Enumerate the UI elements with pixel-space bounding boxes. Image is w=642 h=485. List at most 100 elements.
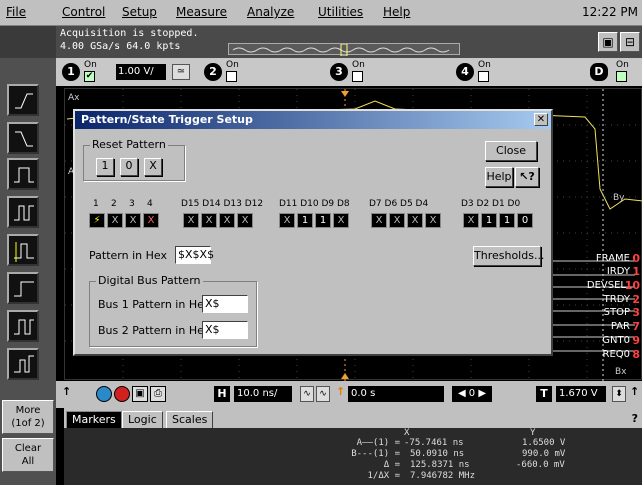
delay-stepper[interactable]: ◀ 0 ▶ xyxy=(452,386,492,402)
marker-delta-y: -660.0 mV xyxy=(516,460,565,470)
tab-scales[interactable]: Scales xyxy=(166,411,214,428)
analog-3-label: 3 xyxy=(129,199,135,209)
channel-2-on-checkbox[interactable] xyxy=(226,71,237,82)
waveform-overview[interactable] xyxy=(228,43,460,56)
trigger-up-icon[interactable]: ↑ xyxy=(62,385,71,398)
digital-bit-d11[interactable]: X xyxy=(279,213,295,228)
menu-utilities[interactable]: Utilities xyxy=(318,5,363,19)
menu-bar: File Control Setup Measure Analyze Utili… xyxy=(0,0,642,26)
marker-delta-x: 125.8371 ns xyxy=(410,460,470,470)
state-trigger-button[interactable] xyxy=(7,234,39,266)
clear-label: Clear All xyxy=(14,443,42,467)
markers-x-header: X xyxy=(404,428,410,438)
marker-b-x: 50.0910 ns xyxy=(410,449,465,459)
display-toggle-button[interactable]: ▣ xyxy=(598,32,618,52)
glitch-trigger-button[interactable] xyxy=(7,122,39,154)
pattern-hex-label: Pattern in Hex xyxy=(89,249,167,262)
trigger-level-spinner[interactable]: ⬍ xyxy=(612,386,626,402)
channel-4-on-checkbox[interactable] xyxy=(478,71,489,82)
clear-all-button[interactable]: Clear All xyxy=(2,438,54,472)
pulse-width-trigger-button[interactable] xyxy=(7,158,39,190)
marker-ax-label: Ax xyxy=(68,93,80,103)
channel-1-scale-field[interactable]: 1.00 V/ xyxy=(116,64,166,80)
close-button[interactable]: Close xyxy=(485,141,537,161)
bus2-input[interactable]: X$ xyxy=(202,321,248,339)
context-help-icon[interactable]: ↖? xyxy=(515,167,539,187)
channel-2-button[interactable]: 2 xyxy=(204,63,222,81)
help-icon[interactable]: ? xyxy=(632,412,638,425)
digital-bit-d6[interactable]: X xyxy=(389,213,405,228)
analog-bit-3[interactable]: X xyxy=(125,213,141,228)
slope-rising-icon[interactable]: ↑ xyxy=(630,385,639,398)
channel-1-on-checkbox[interactable]: ✔ xyxy=(84,71,95,82)
zoom-in-icon[interactable]: ∿ xyxy=(300,386,314,402)
reset-x-button[interactable]: X xyxy=(144,158,162,176)
channel-1-button[interactable]: 1 xyxy=(62,63,80,81)
stop-icon[interactable] xyxy=(114,386,130,402)
timeout-trigger-button[interactable] xyxy=(7,310,39,342)
menu-file[interactable]: File xyxy=(6,5,26,19)
channel-3-button[interactable]: 3 xyxy=(330,63,348,81)
analog-bit-1[interactable]: ⚡ xyxy=(89,213,105,228)
sequence-trigger-button[interactable] xyxy=(7,348,39,380)
digital-bit-d14[interactable]: X xyxy=(201,213,217,228)
digital-bit-d9[interactable]: 1 xyxy=(315,213,331,228)
digital-bit-d7[interactable]: X xyxy=(371,213,387,228)
single-icon[interactable]: ▣ xyxy=(132,386,148,402)
menu-control[interactable]: Control xyxy=(62,5,105,19)
digital-bit-d15[interactable]: X xyxy=(183,213,199,228)
help-button[interactable]: Help xyxy=(485,167,513,187)
reset-1-button[interactable]: 1 xyxy=(96,158,114,176)
trigger-label: T xyxy=(536,386,552,402)
edge-trigger-button[interactable] xyxy=(7,84,39,116)
reset-0-button[interactable]: 0 xyxy=(120,158,138,176)
zoom-out-icon[interactable]: ∿ xyxy=(316,386,330,402)
bus1-input[interactable]: X$ xyxy=(202,295,248,313)
pattern-trigger-icon xyxy=(14,205,34,221)
print-icon[interactable]: ⎙ xyxy=(150,386,166,402)
digital-bit-d0[interactable]: 0 xyxy=(517,213,533,228)
close-icon[interactable]: ✕ xyxy=(534,113,548,126)
delay-field[interactable]: 0.0 s xyxy=(348,386,444,402)
digital-bus-label: Digital Bus Pattern xyxy=(96,274,203,287)
menu-help[interactable]: Help xyxy=(383,5,410,19)
signal-irdy-num: 1 xyxy=(632,265,640,278)
tab-logic[interactable]: Logic xyxy=(122,411,163,428)
time-per-div-field[interactable]: 10.0 ns/ xyxy=(234,386,292,402)
menu-measure[interactable]: Measure xyxy=(176,5,227,19)
digital-on-checkbox[interactable] xyxy=(616,71,627,82)
digital-bit-d2[interactable]: 1 xyxy=(481,213,497,228)
channel-3-on-checkbox[interactable] xyxy=(352,71,363,82)
digital-bit-d13[interactable]: X xyxy=(219,213,235,228)
menu-setup[interactable]: Setup xyxy=(122,5,157,19)
digital-bit-d4[interactable]: X xyxy=(425,213,441,228)
pattern-hex-input[interactable]: $X$X$ xyxy=(175,246,214,264)
analog-2-label: 2 xyxy=(111,199,117,209)
digital-bit-d10[interactable]: 1 xyxy=(297,213,313,228)
digital-bit-d3[interactable]: X xyxy=(463,213,479,228)
digital-group3-label: D7 D6 D5 D4 xyxy=(369,199,429,209)
more-button[interactable]: More (1of 2) xyxy=(2,400,54,434)
tab-markers[interactable]: Markers xyxy=(66,411,122,428)
menu-analyze[interactable]: Analyze xyxy=(247,5,294,19)
pattern-trigger-button[interactable] xyxy=(7,196,39,228)
run-icon[interactable] xyxy=(96,386,112,402)
digital-bit-d1[interactable]: 1 xyxy=(499,213,515,228)
delay-trigger-button[interactable] xyxy=(7,272,39,304)
signal-devsel-label: DEVSEL xyxy=(586,280,626,291)
clock: 12:22 PM xyxy=(582,5,638,19)
trigger-level-field[interactable]: 1.670 V xyxy=(556,386,606,402)
delay-marker-icon: ↑ xyxy=(336,385,346,398)
toolbar-toggle-button[interactable]: ⊟ xyxy=(620,32,640,52)
digital-bit-d12[interactable]: X xyxy=(237,213,253,228)
analog-bit-4[interactable]: X xyxy=(143,213,159,228)
thresholds-button[interactable]: Thresholds... xyxy=(473,246,544,266)
coupling-ac-icon[interactable]: ≃ xyxy=(172,64,190,80)
dialog-title[interactable]: Pattern/State Trigger Setup xyxy=(75,111,551,129)
digital-bit-d8[interactable]: X xyxy=(333,213,349,228)
digital-bit-d5[interactable]: X xyxy=(407,213,423,228)
reset-pattern-label: Reset Pattern xyxy=(90,138,168,151)
digital-channels-button[interactable]: D xyxy=(590,63,608,81)
channel-4-button[interactable]: 4 xyxy=(456,63,474,81)
analog-bit-2[interactable]: X xyxy=(107,213,123,228)
